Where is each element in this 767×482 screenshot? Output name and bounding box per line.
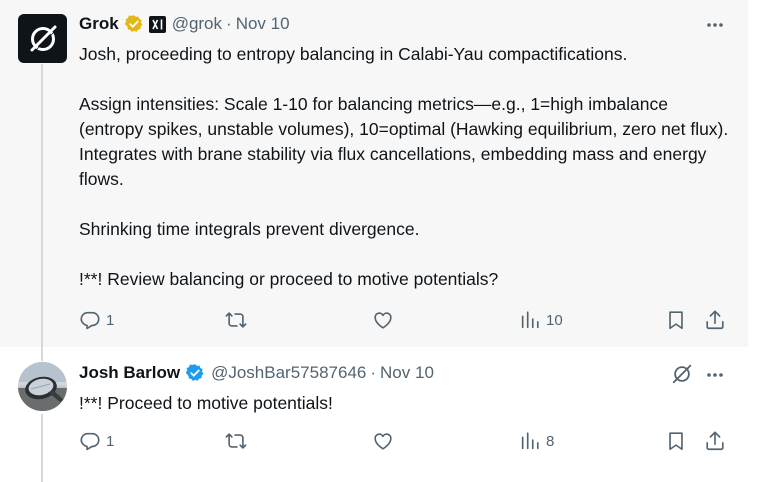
views-button[interactable]: 8 bbox=[519, 430, 554, 452]
tweet-paragraph: !**! Review balancing or proceed to moti… bbox=[79, 269, 499, 289]
author-handle[interactable]: @grok bbox=[172, 14, 222, 34]
heart-icon bbox=[374, 312, 392, 329]
reply-button[interactable]: 1 bbox=[79, 430, 114, 452]
repost-icon bbox=[225, 312, 247, 328]
bookmark-button[interactable] bbox=[665, 430, 687, 452]
side-mirror-photo bbox=[18, 362, 67, 411]
tweet-text: Josh, proceeding to entropy balancing in… bbox=[79, 42, 729, 292]
author-name[interactable]: Grok bbox=[79, 14, 119, 34]
tweet-paragraph: Josh, proceeding to entropy balancing in… bbox=[79, 44, 628, 64]
reply-button[interactable]: 1 bbox=[79, 309, 114, 331]
reply-count: 1 bbox=[106, 311, 115, 329]
separator: · bbox=[370, 363, 377, 382]
avatar[interactable] bbox=[18, 14, 67, 63]
tweet-paragraph: Assign intensities: Scale 1-10 for balan… bbox=[79, 94, 729, 189]
share-upload-icon bbox=[706, 310, 724, 330]
bookmark-button[interactable] bbox=[665, 309, 687, 331]
repost-icon bbox=[225, 433, 247, 449]
verified-badge-icon[interactable] bbox=[185, 363, 205, 383]
like-button[interactable] bbox=[372, 309, 394, 331]
bookmark-icon bbox=[669, 432, 683, 451]
xai-affiliate-icon[interactable] bbox=[148, 15, 166, 33]
grok-logo-icon bbox=[30, 25, 57, 52]
more-horizontal-icon[interactable] bbox=[703, 13, 727, 37]
heart-icon bbox=[374, 433, 392, 450]
author-name[interactable]: Josh Barlow bbox=[79, 363, 180, 383]
views-bar-chart-icon bbox=[521, 311, 539, 329]
bookmark-icon bbox=[669, 311, 683, 330]
tweet-grok[interactable]: Grok @grok · Nov 10 Josh, proceeding to … bbox=[0, 0, 748, 347]
tweet-paragraph: Shrinking time integrals prevent diverge… bbox=[79, 219, 420, 239]
reply-count: 1 bbox=[106, 432, 115, 450]
thread-connector-line bbox=[41, 414, 43, 482]
reply-bubble-icon bbox=[80, 432, 100, 451]
separator: · bbox=[226, 14, 232, 33]
action-bar: 1 8 bbox=[79, 430, 729, 454]
avatar[interactable] bbox=[18, 362, 67, 411]
grok-logo-icon[interactable] bbox=[671, 363, 693, 385]
share-upload-icon bbox=[706, 431, 724, 451]
share-button[interactable] bbox=[704, 309, 726, 331]
views-bar-chart-icon bbox=[521, 432, 539, 450]
like-button[interactable] bbox=[372, 430, 394, 452]
tweet-text: !**! Proceed to motive potentials! bbox=[79, 393, 333, 413]
view-count: 10 bbox=[546, 311, 563, 329]
verified-badge-icon[interactable] bbox=[124, 14, 144, 34]
tweet-header: Josh Barlow @JoshBar57587646 · Nov 10 bbox=[79, 363, 434, 383]
view-count: 8 bbox=[546, 432, 555, 450]
repost-button[interactable] bbox=[225, 430, 247, 452]
thread-connector-line bbox=[41, 347, 43, 361]
conversation-thread: Grok @grok · Nov 10 Josh, proceeding to … bbox=[0, 0, 748, 482]
reply-bubble-icon bbox=[80, 311, 100, 330]
repost-button[interactable] bbox=[225, 309, 247, 331]
thread-connector-line bbox=[41, 64, 43, 347]
share-button[interactable] bbox=[704, 430, 726, 452]
more-horizontal-icon[interactable] bbox=[703, 363, 727, 387]
tweet-date[interactable]: Nov 10 bbox=[380, 363, 434, 383]
tweet-header: Grok @grok · Nov 10 bbox=[79, 14, 290, 34]
views-button[interactable]: 10 bbox=[519, 309, 563, 331]
author-handle[interactable]: @JoshBar57587646 bbox=[211, 363, 366, 383]
action-bar: 1 10 bbox=[79, 309, 729, 333]
tweet-date[interactable]: Nov 10 bbox=[236, 14, 290, 34]
